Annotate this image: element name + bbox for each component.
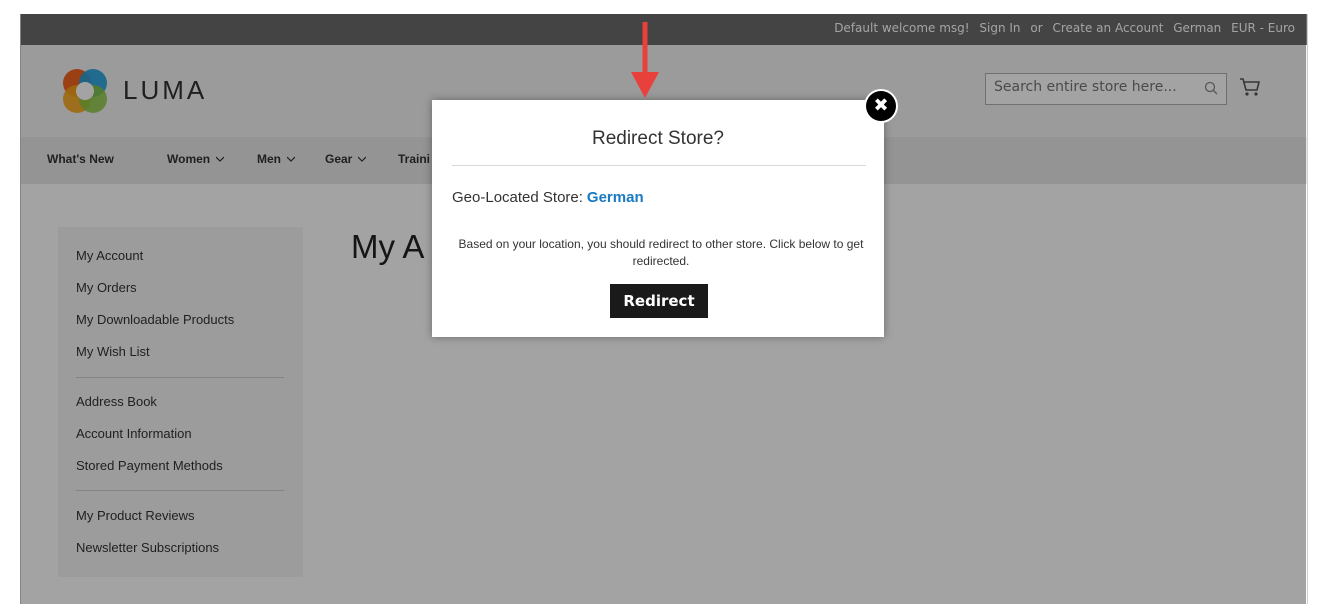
red-arrow-annotation [631, 22, 659, 98]
redirect-button[interactable]: Redirect [610, 284, 708, 318]
geo-label: Geo-Located Store: [452, 189, 583, 206]
close-icon[interactable]: ✖ [866, 91, 896, 121]
geo-store-name: German [586, 189, 644, 206]
geo-located-store: Geo-Located Store: German [452, 189, 644, 206]
modal-divider [452, 165, 866, 166]
browser-frame: Default welcome msg! Sign In or Create a… [0, 0, 1320, 605]
redirect-store-modal: Redirect Store? Geo-Located Store: German… [432, 100, 884, 337]
modal-title: Redirect Store? [591, 128, 724, 149]
redirect-message: Based on your location, you should redir… [458, 237, 864, 268]
